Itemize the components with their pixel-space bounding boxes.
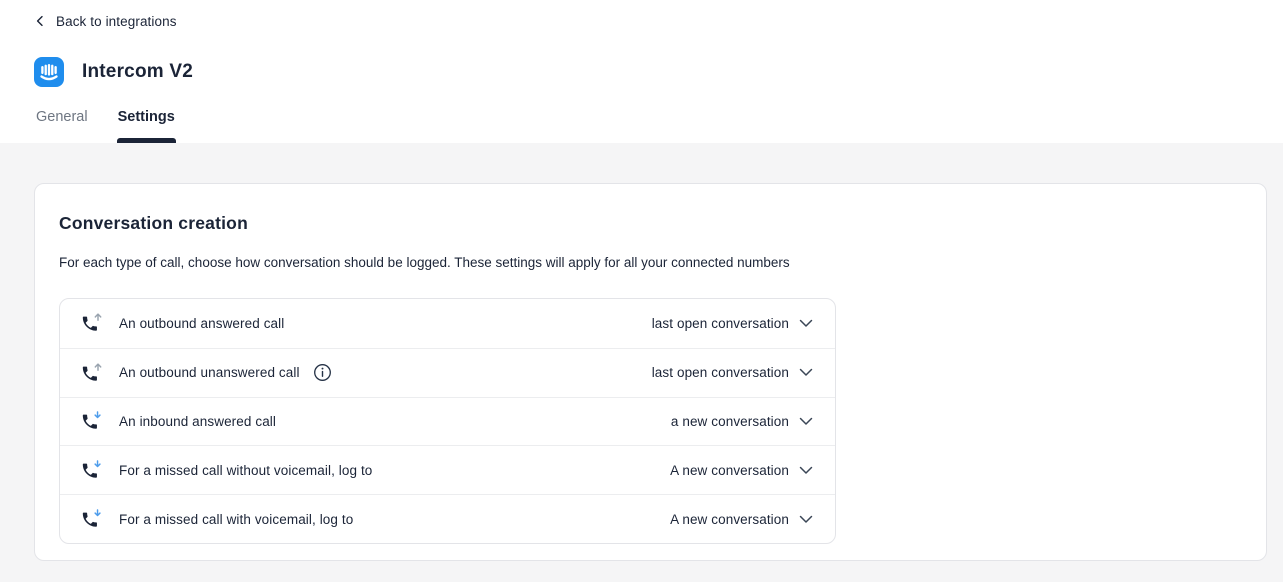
- chevron-down-icon: [799, 368, 813, 377]
- tab-settings[interactable]: Settings: [117, 108, 176, 143]
- call-settings-list: An outbound answered call last open conv…: [59, 298, 836, 544]
- call-type-label: An inbound answered call: [119, 414, 276, 429]
- intercom-logo-icon: [34, 57, 64, 87]
- dropdown-value: last open conversation: [652, 365, 789, 380]
- title-row: Intercom V2: [34, 56, 1283, 87]
- card-description: For each type of call, choose how conver…: [59, 254, 1242, 272]
- dropdown-value: A new conversation: [670, 512, 789, 527]
- inbound-call-icon: [80, 507, 104, 531]
- call-type-label: An outbound answered call: [119, 316, 284, 331]
- outbound-call-icon: [80, 311, 104, 335]
- card-title: Conversation creation: [59, 212, 1242, 234]
- outbound-call-icon: [80, 361, 104, 385]
- call-log-row-inbound-answered: An inbound answered call a new conversat…: [60, 397, 835, 446]
- conversation-dropdown[interactable]: a new conversation: [671, 414, 813, 429]
- tab-general[interactable]: General: [35, 108, 89, 143]
- call-type-label: For a missed call with voicemail, log to: [119, 512, 353, 527]
- back-link[interactable]: Back to integrations: [34, 12, 177, 30]
- call-log-row-outbound-answered: An outbound answered call last open conv…: [60, 299, 835, 348]
- chevron-down-icon: [799, 319, 813, 328]
- back-link-label: Back to integrations: [56, 14, 177, 29]
- call-type-label: For a missed call without voicemail, log…: [119, 463, 372, 478]
- dropdown-value: a new conversation: [671, 414, 789, 429]
- chevron-down-icon: [799, 417, 813, 426]
- page-header: Back to integrations Intercom V2 General…: [0, 0, 1283, 143]
- call-log-row-outbound-unanswered: An outbound unanswered call last open co…: [60, 348, 835, 397]
- chevron-left-icon: [34, 15, 46, 27]
- chevron-down-icon: [799, 515, 813, 524]
- info-icon[interactable]: [313, 363, 332, 382]
- call-log-row-missed-no-voicemail: For a missed call without voicemail, log…: [60, 445, 835, 494]
- conversation-dropdown[interactable]: A new conversation: [670, 512, 813, 527]
- content-area: Conversation creation For each type of c…: [0, 143, 1283, 582]
- page-title: Intercom V2: [82, 61, 193, 83]
- conversation-dropdown[interactable]: A new conversation: [670, 463, 813, 478]
- tab-bar: General Settings: [35, 108, 1283, 143]
- conversation-dropdown[interactable]: last open conversation: [652, 365, 813, 380]
- call-type-label: An outbound unanswered call: [119, 365, 300, 380]
- dropdown-value: A new conversation: [670, 463, 789, 478]
- chevron-down-icon: [799, 466, 813, 475]
- inbound-call-icon: [80, 409, 104, 433]
- inbound-call-icon: [80, 458, 104, 482]
- conversation-dropdown[interactable]: last open conversation: [652, 316, 813, 331]
- conversation-creation-card: Conversation creation For each type of c…: [34, 183, 1267, 561]
- dropdown-value: last open conversation: [652, 316, 789, 331]
- call-log-row-missed-with-voicemail: For a missed call with voicemail, log to…: [60, 494, 835, 543]
